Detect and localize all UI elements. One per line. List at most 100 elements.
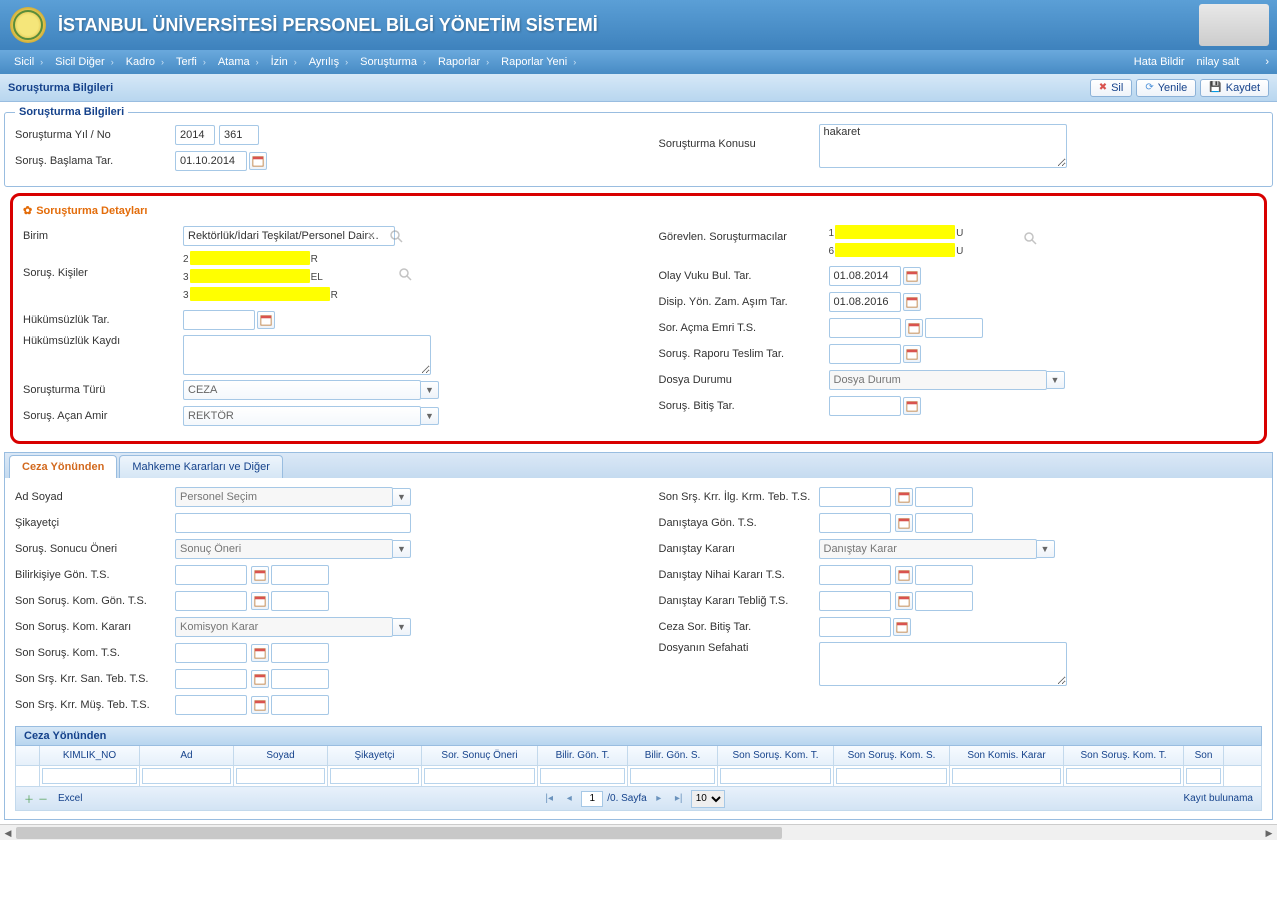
filter-ssks[interactable] bbox=[836, 768, 947, 784]
search-icon[interactable] bbox=[389, 229, 403, 243]
filter-kimlik[interactable] bbox=[42, 768, 137, 784]
input-danistay-nihai-tar[interactable] bbox=[819, 565, 891, 585]
add-icon[interactable]: ＋ bbox=[24, 791, 34, 806]
input-son-sorus-gon-tar[interactable] bbox=[175, 591, 247, 611]
select-amir[interactable] bbox=[183, 406, 421, 426]
menu-raporlar[interactable]: Raporlar› bbox=[432, 56, 495, 68]
page-size-select[interactable]: 10 bbox=[691, 790, 725, 808]
tab-mahkeme[interactable]: Mahkeme Kararları ve Diğer bbox=[119, 455, 283, 478]
select-adsoyad[interactable] bbox=[175, 487, 393, 507]
input-bilirkisiye-sayi[interactable] bbox=[271, 565, 329, 585]
input-sikayetci[interactable] bbox=[175, 513, 411, 533]
calendar-icon[interactable] bbox=[249, 152, 267, 170]
calendar-icon[interactable] bbox=[893, 618, 911, 636]
filter-soyad[interactable] bbox=[236, 768, 325, 784]
excel-button[interactable]: Excel bbox=[58, 793, 82, 804]
scroll-right-icon[interactable]: ▶ bbox=[1261, 825, 1277, 841]
menu-izin[interactable]: İzin› bbox=[265, 56, 303, 68]
filter-son[interactable] bbox=[1186, 768, 1221, 784]
calendar-icon[interactable] bbox=[251, 592, 269, 610]
chevron-down-icon[interactable]: ▼ bbox=[393, 488, 411, 506]
calendar-icon[interactable] bbox=[895, 592, 913, 610]
chevron-down-icon[interactable]: ▼ bbox=[1037, 540, 1055, 558]
refresh-button[interactable]: ⟳Yenile bbox=[1136, 79, 1196, 97]
input-sor-acma-sayi[interactable] bbox=[925, 318, 983, 338]
input-no[interactable] bbox=[219, 125, 259, 145]
select-sonuc-oneri[interactable] bbox=[175, 539, 393, 559]
grid-col-bilir-t[interactable]: Bilir. Gön. T. bbox=[538, 746, 628, 765]
input-ceza-bitis[interactable] bbox=[819, 617, 891, 637]
input-disip-tar[interactable] bbox=[829, 292, 901, 312]
calendar-icon[interactable] bbox=[895, 514, 913, 532]
calendar-icon[interactable] bbox=[251, 670, 269, 688]
menu-terfi[interactable]: Terfi› bbox=[170, 56, 212, 68]
input-konu[interactable]: hakaret bbox=[819, 124, 1067, 168]
grid-col-soyad[interactable]: Soyad bbox=[234, 746, 328, 765]
input-bitis-tar[interactable] bbox=[829, 396, 901, 416]
menu-user[interactable]: nilay salt bbox=[1191, 56, 1246, 68]
grid-col-sskt[interactable]: Son Soruş. Kom. T. bbox=[718, 746, 834, 765]
page-last-icon[interactable]: ▸| bbox=[671, 791, 687, 807]
input-yil[interactable] bbox=[175, 125, 215, 145]
menu-raporlar-yeni[interactable]: Raporlar Yeni› bbox=[495, 56, 582, 68]
chevron-down-icon[interactable]: ▼ bbox=[421, 381, 439, 399]
input-son-srs-ilg-sayi[interactable] bbox=[915, 487, 973, 507]
filter-sikayetci[interactable] bbox=[330, 768, 419, 784]
filter-ad[interactable] bbox=[142, 768, 231, 784]
grid-col-ssks[interactable]: Son Soruş. Kom. S. bbox=[834, 746, 950, 765]
save-button[interactable]: 💾Kaydet bbox=[1200, 79, 1269, 97]
input-olay-tar[interactable] bbox=[829, 266, 901, 286]
menu-sorusturma[interactable]: Soruşturma› bbox=[354, 56, 432, 68]
grid-col-kimlik[interactable]: KIMLIK_NO bbox=[40, 746, 140, 765]
input-birim[interactable] bbox=[183, 226, 395, 246]
calendar-icon[interactable] bbox=[251, 696, 269, 714]
horizontal-scrollbar[interactable]: ◀ ▶ bbox=[0, 824, 1277, 840]
input-hukumsuzluk-kaydi[interactable] bbox=[183, 335, 431, 375]
grid-col-skk[interactable]: Son Komis. Karar bbox=[950, 746, 1064, 765]
grid-col-ad[interactable]: Ad bbox=[140, 746, 234, 765]
calendar-icon[interactable] bbox=[257, 311, 275, 329]
chevron-down-icon[interactable]: ▼ bbox=[393, 540, 411, 558]
input-danistay-gon-tar[interactable] bbox=[819, 513, 891, 533]
calendar-icon[interactable] bbox=[903, 397, 921, 415]
input-sor-acma-tar[interactable] bbox=[829, 318, 901, 338]
input-son-srs-san-sayi[interactable] bbox=[271, 669, 329, 689]
search-icon[interactable] bbox=[1023, 231, 1037, 245]
menu-ayrilis[interactable]: Ayrılış› bbox=[303, 56, 354, 68]
menu-sicil[interactable]: Sicil› bbox=[8, 56, 49, 68]
page-input[interactable] bbox=[581, 791, 603, 807]
page-first-icon[interactable]: |◂ bbox=[541, 791, 557, 807]
grid-col-sonuc[interactable]: Sor. Sonuç Öneri bbox=[422, 746, 538, 765]
input-son-sorus-kom-tar[interactable] bbox=[175, 643, 247, 663]
menu-kadro[interactable]: Kadro› bbox=[120, 56, 170, 68]
input-hukumsuzluk-tar[interactable] bbox=[183, 310, 255, 330]
filter-sonuc[interactable] bbox=[424, 768, 535, 784]
page-prev-icon[interactable]: ◂ bbox=[561, 791, 577, 807]
calendar-icon[interactable] bbox=[903, 345, 921, 363]
calendar-icon[interactable] bbox=[895, 488, 913, 506]
filter-bilir-s[interactable] bbox=[630, 768, 715, 784]
menu-sicil-diger[interactable]: Sicil Diğer› bbox=[49, 56, 120, 68]
input-bilirkisiye-tar[interactable] bbox=[175, 565, 247, 585]
filter-skk[interactable] bbox=[952, 768, 1061, 784]
input-son-srs-mus-sayi[interactable] bbox=[271, 695, 329, 715]
filter-bilir-t[interactable] bbox=[540, 768, 625, 784]
calendar-icon[interactable] bbox=[895, 566, 913, 584]
calendar-icon[interactable] bbox=[251, 566, 269, 584]
calendar-icon[interactable] bbox=[251, 644, 269, 662]
calendar-icon[interactable] bbox=[903, 267, 921, 285]
filter-sskt2[interactable] bbox=[1066, 768, 1181, 784]
search-icon[interactable] bbox=[398, 267, 412, 281]
page-next-icon[interactable]: ▸ bbox=[651, 791, 667, 807]
input-dosya-sefahati[interactable] bbox=[819, 642, 1067, 686]
grid-col-sskt2[interactable]: Son Soruş. Kom. T. bbox=[1064, 746, 1184, 765]
chevron-down-icon[interactable]: ▼ bbox=[1047, 371, 1065, 389]
input-son-srs-ilg-tar[interactable] bbox=[819, 487, 891, 507]
grid-col-son[interactable]: Son bbox=[1184, 746, 1224, 765]
input-son-sorus-gon-sayi[interactable] bbox=[271, 591, 329, 611]
input-danistay-gon-sayi[interactable] bbox=[915, 513, 973, 533]
delete-icon[interactable]: － bbox=[38, 791, 48, 806]
select-dosya-durumu[interactable] bbox=[829, 370, 1047, 390]
select-turu[interactable] bbox=[183, 380, 421, 400]
chevron-down-icon[interactable]: ▼ bbox=[393, 618, 411, 636]
